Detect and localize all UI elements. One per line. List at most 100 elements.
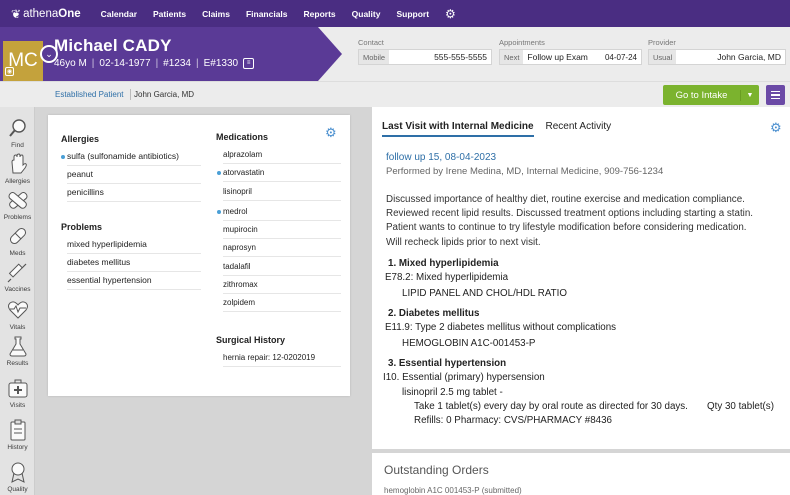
- diagnosis-1-order[interactable]: LIPID PANEL AND CHOL/HDL RATIO: [402, 288, 567, 299]
- medication-item[interactable]: zithromax: [223, 276, 341, 294]
- outstanding-orders-heading[interactable]: Outstanding Orders: [384, 463, 489, 477]
- sidebar-item-vitals[interactable]: Vitals: [0, 299, 35, 331]
- tab-recent-activity[interactable]: Recent Activity: [546, 121, 612, 137]
- nav-quality[interactable]: Quality: [352, 9, 381, 19]
- diagnosis-3-code: I10. Essential (primary) hypersension: [383, 372, 545, 383]
- sidebar-label: Meds: [9, 250, 26, 257]
- subbar-provider: John Garcia, MD: [134, 90, 195, 99]
- nav-reports[interactable]: Reports: [304, 9, 336, 19]
- settings-gear-icon[interactable]: ⚙: [445, 7, 456, 21]
- visit-narrative: Discussed importance of healthy diet, ro…: [386, 194, 754, 248]
- medication-item[interactable]: alprazolam: [223, 146, 341, 164]
- problem-item[interactable]: diabetes mellitus: [67, 254, 201, 272]
- sidebar-item-vaccines[interactable]: Vaccines: [0, 261, 35, 293]
- magnifier-icon: [8, 119, 26, 137]
- provider-value: John Garcia, MD: [717, 52, 781, 62]
- outstanding-order-item[interactable]: hemoglobin A1C 001453-P (submitted): [384, 486, 522, 495]
- visit-summary-card: Last Visit with Internal Medicine Recent…: [372, 107, 790, 449]
- sidebar-label: Quality: [7, 486, 28, 493]
- problem-item[interactable]: essential hypertension: [67, 272, 201, 290]
- expand-chevron-icon[interactable]: ⌄: [40, 45, 58, 63]
- allergies-heading: Allergies: [61, 134, 100, 144]
- top-nav: ❦ athena One Calendar Patients Claims Fin…: [0, 0, 790, 27]
- nav-financials[interactable]: Financials: [246, 9, 288, 19]
- provider-field[interactable]: Usual John Garcia, MD: [648, 49, 786, 65]
- medications-heading: Medications: [216, 132, 269, 142]
- nav-patients[interactable]: Patients: [153, 9, 186, 19]
- sidebar-item-quality[interactable]: Quality: [0, 461, 35, 493]
- ribbon-badge-icon: [10, 462, 25, 483]
- appointments-key: Next: [500, 50, 524, 64]
- sidebar-item-allergies[interactable]: Allergies: [0, 153, 35, 185]
- new-indicator-dot: [217, 171, 221, 175]
- diagnosis-1-title: 1. Mixed hyperlipidemia: [388, 258, 499, 269]
- go-to-intake-label: Go to Intake: [663, 89, 741, 101]
- problem-item[interactable]: mixed hyperlipidemia: [67, 236, 201, 254]
- allergy-item[interactable]: penicillins: [67, 184, 201, 202]
- medication-item[interactable]: medrol: [217, 203, 341, 221]
- diagnosis-3-sig: Take 1 tablet(s) every day by oral route…: [414, 401, 688, 412]
- surgical-history-item[interactable]: hernia repair: 12-0202019: [223, 349, 341, 367]
- medication-item[interactable]: naprosyn: [223, 239, 341, 257]
- surgical-history-heading: Surgical History: [216, 335, 286, 345]
- hand-icon: [10, 153, 27, 174]
- document-icon[interactable]: ≡: [243, 58, 255, 69]
- new-indicator-dot: [217, 210, 221, 214]
- patient-age-sex: 46yo M: [54, 58, 87, 69]
- medication-item[interactable]: zolpidem: [223, 294, 341, 312]
- diagnosis-2-order[interactable]: HEMOGLOBIN A1C-001453-P: [402, 338, 535, 349]
- sidebar-item-visits[interactable]: Visits: [0, 377, 35, 409]
- problems-heading: Problems: [61, 222, 103, 232]
- patient-enterprise-id: E#1330: [203, 58, 239, 69]
- medication-item[interactable]: atorvastatin: [217, 164, 341, 182]
- appointments-field[interactable]: Next Follow up Exam 04-07-24: [499, 49, 642, 65]
- heart-icon: [7, 301, 28, 319]
- diagnosis-2-title: 2. Diabetes mellitus: [388, 308, 480, 319]
- contact-field[interactable]: Mobile 555-555-5555: [358, 49, 492, 65]
- nav-support[interactable]: Support: [396, 9, 429, 19]
- nav-claims[interactable]: Claims: [202, 9, 230, 19]
- allergy-item[interactable]: peanut: [67, 166, 201, 184]
- dropdown-caret-icon[interactable]: ▼: [741, 92, 759, 99]
- contact-key: Mobile: [359, 50, 390, 64]
- medical-bag-icon: [8, 379, 27, 398]
- appointments-label: Appointments: [499, 38, 545, 47]
- athenaone-logo[interactable]: ❦ athena One: [11, 7, 81, 21]
- sidebar-item-results[interactable]: Results: [0, 335, 35, 367]
- tab-last-visit[interactable]: Last Visit with Internal Medicine: [382, 121, 534, 137]
- sidebar-label: Allergies: [5, 178, 30, 185]
- visit-settings-gear-icon[interactable]: ⚙: [770, 120, 782, 136]
- go-to-intake-button[interactable]: Go to Intake ▼: [663, 85, 759, 105]
- sidebar-item-history[interactable]: History: [0, 419, 35, 451]
- sidebar-item-problems[interactable]: Problems: [0, 189, 35, 221]
- contact-value: 555-555-5555: [434, 52, 487, 62]
- medication-item[interactable]: lisinopril: [223, 183, 341, 201]
- provider-group: Provider Usual John Garcia, MD: [648, 38, 786, 65]
- allergy-item[interactable]: sulfa (sulfonamide antibiotics): [61, 148, 201, 166]
- patient-id: #1234: [163, 58, 191, 69]
- diagnosis-3-medication[interactable]: lisinopril 2.5 mg tablet -: [402, 387, 503, 398]
- provider-label: Provider: [648, 38, 676, 47]
- visit-performed-by: Performed by Irene Medina, MD, Internal …: [386, 166, 664, 177]
- hamburger-menu-icon[interactable]: [766, 85, 785, 105]
- photo-camera-icon[interactable]: ◉: [5, 67, 14, 76]
- sidebar-item-find[interactable]: Find: [0, 117, 35, 149]
- clipboard-icon: [10, 419, 25, 441]
- pill-icon: [9, 227, 26, 245]
- athena-leaf-icon: ❦: [11, 6, 22, 21]
- patient-demographics: 46yo M | 02-14-1977 | #1234 | E#1330 ≡: [54, 58, 255, 69]
- contact-group: Contact Mobile 555-555-5555: [358, 38, 492, 65]
- patient-subbar: Established Patient John Garcia, MD Go t…: [0, 81, 790, 107]
- medication-item[interactable]: mupirocin: [223, 221, 341, 239]
- medication-item[interactable]: tadalafil: [223, 258, 341, 276]
- nav-calendar[interactable]: Calendar: [101, 9, 137, 19]
- sidebar-item-meds[interactable]: Meds: [0, 225, 35, 257]
- established-patient-status: Established Patient: [55, 90, 124, 99]
- sidebar-label: History: [7, 444, 28, 451]
- patient-name[interactable]: Michael CADY: [54, 36, 172, 56]
- visit-title-link[interactable]: follow up 15, 08-04-2023: [386, 152, 496, 163]
- summary-settings-gear-icon[interactable]: ⚙: [325, 125, 337, 141]
- divider: [130, 89, 131, 100]
- clinical-summary-card: ⚙ Allergies sulfa (sulfonamide antibioti…: [48, 115, 350, 396]
- new-indicator-dot: [61, 155, 65, 159]
